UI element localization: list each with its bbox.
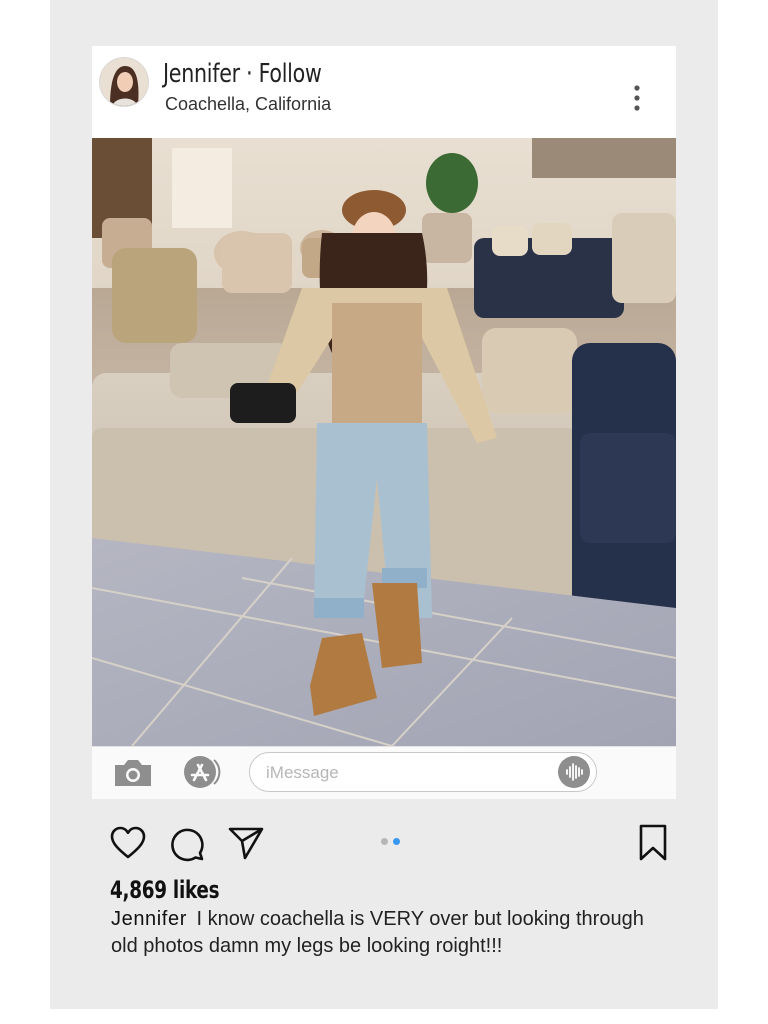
post-photo[interactable] bbox=[92, 138, 676, 746]
camera-icon[interactable] bbox=[112, 757, 154, 789]
app-store-icon[interactable] bbox=[180, 755, 228, 789]
caption-text: I know coachella is VERY over but lookin… bbox=[111, 908, 644, 957]
carousel-dot bbox=[381, 838, 388, 845]
post-username[interactable]: Jennifer bbox=[163, 59, 240, 89]
avatar-image bbox=[100, 58, 148, 106]
imessage-bar bbox=[92, 746, 676, 799]
post-header: Jennifer · Follow Coachella, California bbox=[92, 46, 676, 138]
caption-username[interactable]: Jennifer bbox=[111, 908, 187, 930]
carousel-dot-active bbox=[393, 838, 400, 845]
voice-message-icon[interactable] bbox=[558, 756, 590, 788]
post-location[interactable]: Coachella, California bbox=[165, 94, 331, 115]
imessage-input[interactable] bbox=[264, 762, 548, 784]
post-card: Jennifer · Follow Coachella, California bbox=[92, 46, 676, 799]
comment-icon[interactable] bbox=[169, 826, 205, 862]
post-caption: Jennifer I know coachella is VERY over b… bbox=[111, 906, 671, 960]
username-separator: · bbox=[239, 59, 259, 89]
carousel-indicator bbox=[381, 838, 405, 846]
avatar[interactable] bbox=[99, 57, 149, 107]
waveform-icon bbox=[566, 763, 583, 781]
more-options-icon[interactable] bbox=[633, 84, 641, 112]
follow-button[interactable]: Follow bbox=[259, 59, 322, 89]
post-username-follow[interactable]: Jennifer · Follow bbox=[163, 59, 322, 89]
heart-icon[interactable] bbox=[110, 826, 146, 860]
share-icon[interactable] bbox=[228, 826, 264, 860]
imessage-field[interactable] bbox=[249, 752, 597, 792]
likes-count[interactable]: 4,869 likes bbox=[110, 876, 219, 904]
bookmark-icon[interactable] bbox=[638, 824, 668, 862]
